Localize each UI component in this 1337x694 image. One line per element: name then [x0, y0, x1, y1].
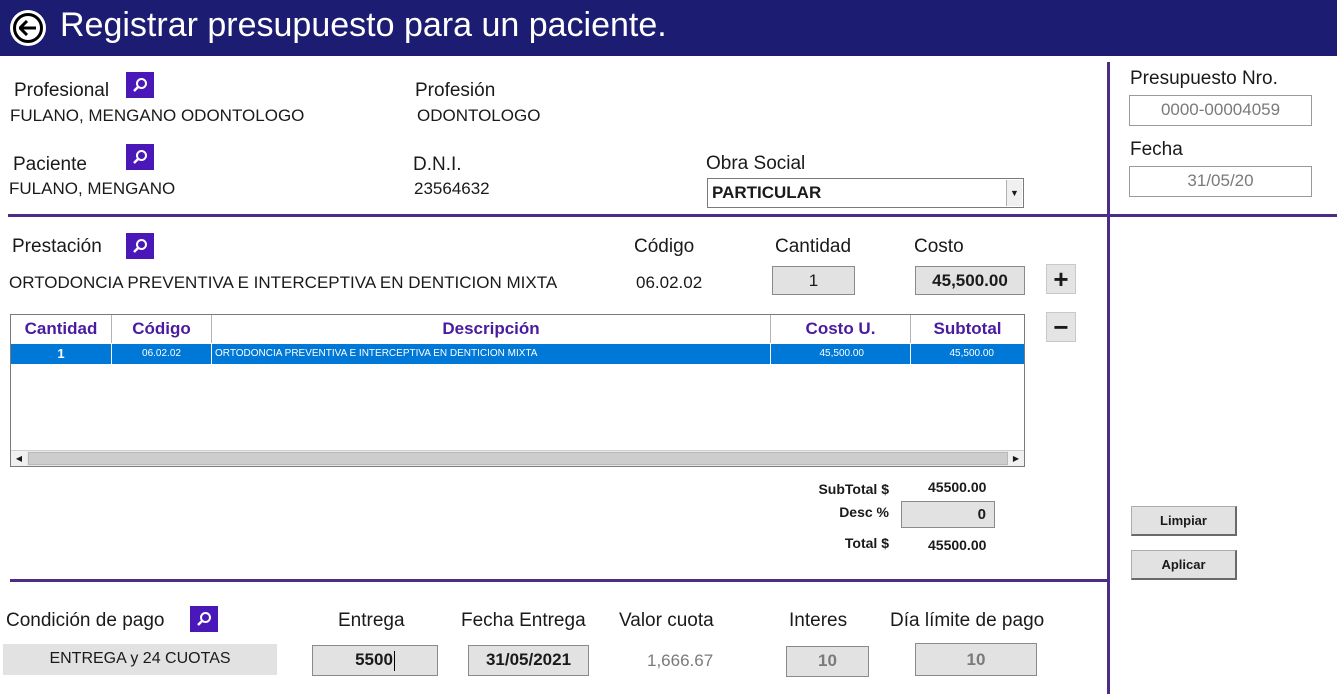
column-header-subtotal[interactable]: Subtotal [911, 315, 1024, 343]
paciente-search-button[interactable] [126, 144, 154, 170]
entrega-value: 5500 [355, 650, 393, 669]
total-label: Total $ [844, 535, 889, 551]
horizontal-scrollbar[interactable]: ◀ ▶ [11, 450, 1024, 466]
dia-limite-label: Día límite de pago [890, 610, 1045, 631]
fecha-label: Fecha [1130, 139, 1183, 160]
desc-label: Desc % [839, 504, 889, 520]
back-button[interactable] [10, 10, 46, 46]
cell-costo: 45,500.00 [771, 344, 911, 364]
presupuesto-label: Presupuesto Nro. [1130, 68, 1278, 89]
subtotal-value: 45500.00 [928, 479, 987, 495]
costo-input[interactable]: 45,500.00 [915, 266, 1025, 295]
grid-header: Cantidad Código Descripción Costo U. Sub… [11, 315, 1024, 343]
scrollbar-thumb[interactable] [28, 452, 1008, 465]
subtotal-label: SubTotal $ [818, 481, 889, 497]
search-icon [133, 150, 147, 164]
remove-item-button[interactable]: − [1046, 312, 1076, 342]
minus-icon: − [1053, 312, 1069, 342]
prestacion-label: Prestación [12, 236, 102, 257]
profesional-value: FULANO, MENGANO ODONTOLOGO [10, 106, 305, 125]
profesional-label: Profesional [14, 80, 110, 101]
aplicar-button[interactable]: Aplicar [1131, 550, 1237, 580]
codigo-label: Código [634, 236, 695, 257]
column-header-descripcion[interactable]: Descripción [212, 315, 771, 343]
search-icon [133, 78, 147, 92]
desc-input[interactable]: 0 [901, 501, 995, 528]
paciente-label: Paciente [13, 154, 87, 175]
scroll-left-icon[interactable]: ◀ [11, 451, 27, 466]
presupuesto-field[interactable]: 0000-00004059 [1129, 95, 1312, 126]
cell-codigo: 06.02.02 [112, 344, 212, 364]
codigo-value: 06.02.02 [636, 273, 703, 292]
obra-social-selected: PARTICULAR [712, 183, 822, 202]
costo-label: Costo [914, 236, 964, 257]
cell-descripcion: ORTODONCIA PREVENTIVA E INTERCEPTIVA EN … [212, 344, 771, 364]
prestacion-value: ORTODONCIA PREVENTIVA E INTERCEPTIVA EN … [9, 273, 558, 292]
cantidad-label: Cantidad [775, 236, 852, 257]
text-caret [393, 650, 395, 671]
limpiar-button[interactable]: Limpiar [1131, 506, 1237, 536]
cell-subtotal: 45,500.00 [949, 348, 995, 359]
profesion-value: ODONTOLOGO [417, 106, 541, 125]
cell-cantidad: 1 [11, 344, 112, 364]
page-title: Registrar presupuesto para un paciente. [60, 6, 667, 44]
section-divider-top [8, 214, 1337, 217]
prestacion-search-button[interactable] [126, 233, 154, 259]
cantidad-input[interactable]: 1 [772, 266, 855, 295]
interes-input[interactable]: 10 [786, 646, 869, 677]
entrega-label: Entrega [338, 610, 405, 631]
condicion-search-button[interactable] [190, 606, 218, 632]
dni-value: 23564632 [414, 179, 490, 198]
paciente-value: FULANO, MENGANO [9, 179, 176, 198]
valor-cuota-value: 1,666.67 [647, 651, 714, 670]
column-header-cantidad[interactable]: Cantidad [11, 315, 112, 343]
add-item-button[interactable]: + [1046, 264, 1076, 294]
condicion-pago-value: ENTREGA y 24 CUOTAS [3, 644, 277, 675]
total-value: 45500.00 [928, 537, 987, 553]
obra-social-select[interactable]: PARTICULAR ▼ [707, 178, 1024, 208]
table-row[interactable]: 1 06.02.02 ORTODONCIA PREVENTIVA E INTER… [11, 344, 1024, 364]
condicion-pago-label: Condición de pago [6, 610, 165, 631]
profesion-label: Profesión [415, 80, 496, 101]
profesional-search-button[interactable] [126, 72, 154, 98]
valor-cuota-label: Valor cuota [619, 610, 714, 631]
column-header-codigo[interactable]: Código [112, 315, 212, 343]
interes-label: Interes [789, 610, 848, 631]
section-divider-bottom [10, 579, 1107, 582]
arrow-left-icon [13, 13, 43, 43]
fecha-entrega-input[interactable]: 31/05/2021 [468, 645, 589, 676]
plus-icon: + [1053, 264, 1069, 294]
obra-social-label: Obra Social [706, 153, 806, 174]
search-icon [133, 239, 147, 253]
vertical-divider [1107, 62, 1110, 694]
chevron-down-icon[interactable]: ▼ [1006, 180, 1022, 206]
dia-limite-input[interactable]: 10 [915, 643, 1037, 676]
entrega-input[interactable]: 5500 [312, 645, 438, 676]
items-grid[interactable]: Cantidad Código Descripción Costo U. Sub… [10, 314, 1025, 467]
fecha-field[interactable]: 31/05/20 [1129, 166, 1312, 197]
scroll-right-icon[interactable]: ▶ [1008, 451, 1024, 466]
column-header-costo[interactable]: Costo U. [771, 315, 911, 343]
dni-label: D.N.I. [413, 154, 462, 175]
search-icon [197, 612, 211, 626]
fecha-entrega-label: Fecha Entrega [461, 610, 586, 631]
